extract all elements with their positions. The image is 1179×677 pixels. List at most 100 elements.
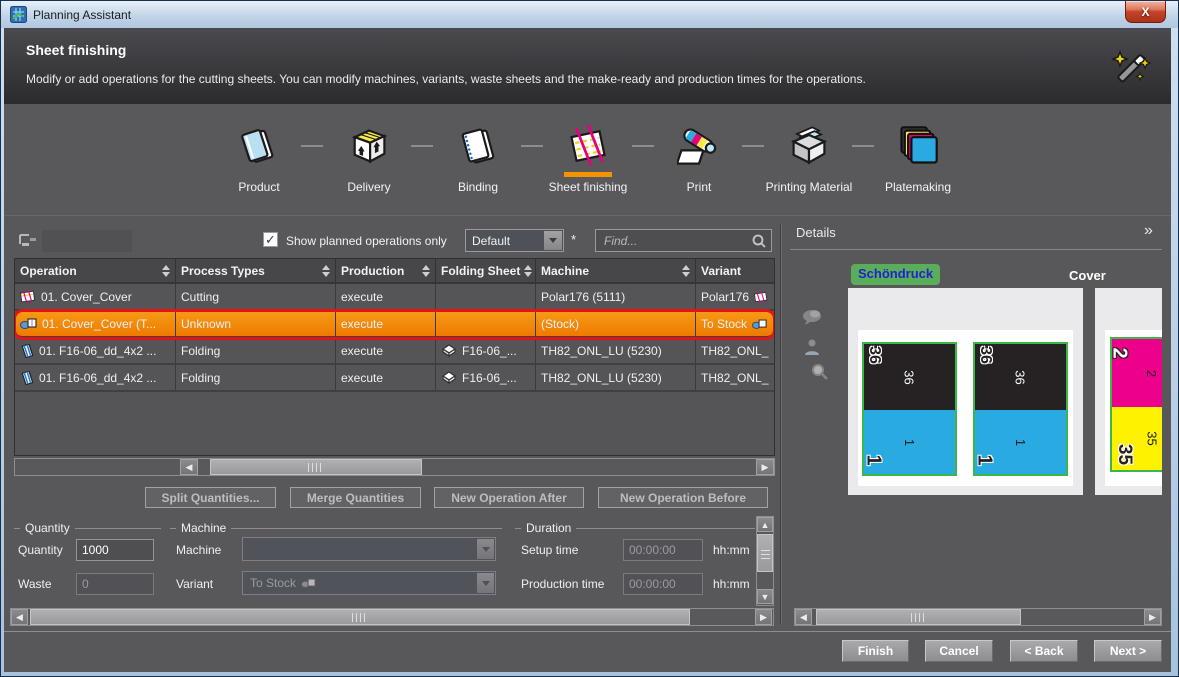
footer-separator: [4, 631, 1171, 632]
platemaking-icon: [896, 124, 940, 168]
find-input[interactable]: [596, 230, 771, 251]
production-time-input[interactable]: [623, 573, 703, 595]
page-corner-number: 36: [866, 346, 882, 364]
step-label: Binding: [426, 180, 530, 194]
details-expand-chevron[interactable]: »: [1144, 222, 1153, 240]
step-sheet-finishing[interactable]: Sheet finishing: [536, 124, 640, 194]
merge-quantities-button[interactable]: Merge Quantities: [290, 487, 421, 508]
setup-time-input[interactable]: [623, 539, 703, 561]
sort-icon[interactable]: [520, 265, 532, 277]
step-delivery[interactable]: Delivery: [317, 124, 421, 194]
page-center-number: 1: [902, 438, 917, 445]
scroll-left-button[interactable]: ◀: [11, 609, 28, 625]
show-planned-only-checkbox[interactable]: [263, 232, 278, 247]
chevron-down-icon[interactable]: [477, 539, 494, 559]
sort-icon[interactable]: [678, 265, 690, 277]
step-platemaking[interactable]: Platemaking: [866, 124, 970, 194]
table-row[interactable]: 01. Cover_Cover Cutting execute Polar176…: [15, 284, 774, 311]
sort-icon[interactable]: [318, 265, 330, 277]
preset-dropdown[interactable]: Default: [465, 229, 564, 252]
cutting-sheet-icon: [754, 291, 768, 303]
scroll-left-button[interactable]: ◀: [180, 459, 198, 475]
details-separator: [790, 249, 1162, 250]
column-header-production[interactable]: Production: [336, 259, 436, 282]
cancel-button[interactable]: Cancel: [925, 640, 993, 662]
finish-button[interactable]: Finish: [842, 640, 909, 662]
magic-wand-icon: [1107, 44, 1155, 92]
next-button[interactable]: Next >: [1094, 640, 1162, 662]
column-header-folding-sheet[interactable]: Folding Sheet: [436, 259, 536, 282]
chevron-down-icon[interactable]: [477, 573, 494, 593]
step-label: Printing Material: [757, 180, 861, 194]
scroll-right-button[interactable]: ▶: [755, 609, 772, 625]
find-field[interactable]: [595, 229, 772, 252]
machine-label: Machine: [176, 543, 221, 557]
planning-assistant-window: Planning Assistant X Sheet finishing Mod…: [0, 0, 1179, 677]
window-title: Planning Assistant: [33, 8, 131, 22]
step-binding[interactable]: Binding: [426, 124, 530, 194]
operation-name-field[interactable]: [42, 230, 132, 252]
scroll-left-button[interactable]: ◀: [795, 609, 812, 625]
titlebar[interactable]: Planning Assistant X: [1, 1, 1178, 28]
waste-input[interactable]: [76, 573, 154, 595]
page-preview[interactable]: 36 36 1 1: [862, 342, 957, 476]
scroll-thumb[interactable]: [210, 459, 422, 475]
column-header-variant[interactable]: Variant: [696, 259, 775, 282]
table-row[interactable]: 01. F16-06_dd_4x2 ... Folding execute F1…: [15, 365, 774, 392]
quantity-label: Quantity: [18, 543, 63, 557]
scroll-right-button[interactable]: ▶: [1144, 609, 1161, 625]
to-stock-icon: [752, 318, 767, 330]
comment-bubble-icon[interactable]: [800, 308, 824, 326]
sort-icon[interactable]: [418, 265, 430, 277]
column-header-process-types[interactable]: Process Types: [176, 259, 336, 282]
cutting-sheet-icon: [20, 290, 36, 303]
details-title: Details: [796, 225, 836, 240]
new-operation-after-button[interactable]: New Operation After: [434, 487, 584, 508]
scroll-right-button[interactable]: ▶: [756, 459, 774, 475]
split-quantities-button[interactable]: Split Quantities...: [145, 487, 276, 508]
setup-time-unit: hh:mm: [713, 543, 755, 557]
search-icon[interactable]: [751, 233, 767, 249]
step-label: Print: [647, 180, 751, 194]
scroll-thumb[interactable]: [757, 534, 773, 572]
sheet-finishing-icon: [566, 124, 610, 168]
column-header-machine[interactable]: Machine: [536, 259, 696, 282]
sort-icon[interactable]: [158, 265, 170, 277]
page-corner-number: 2: [1112, 347, 1130, 358]
panel-splitter[interactable]: [780, 224, 781, 624]
scroll-thumb[interactable]: [30, 609, 690, 625]
page-center-number: 36: [1013, 370, 1028, 384]
show-planned-only-label: Show planned operations only: [286, 234, 447, 248]
step-printing-material[interactable]: Printing Material: [757, 124, 861, 194]
chevron-down-icon[interactable]: [544, 231, 562, 250]
scroll-up-button[interactable]: ▲: [757, 517, 773, 532]
page-preview[interactable]: 2 2 35 35: [1110, 337, 1162, 472]
scroll-down-button[interactable]: ▼: [757, 589, 773, 604]
close-button[interactable]: X: [1125, 1, 1166, 23]
sheet-preview[interactable]: 36 36 1 1 36 36 1 1: [848, 288, 1083, 495]
page-preview[interactable]: 36 36 1 1: [973, 342, 1068, 476]
page-corner-number: 35: [1115, 444, 1134, 465]
step-product[interactable]: Product: [207, 124, 311, 194]
waste-label: Waste: [18, 577, 52, 591]
new-operation-before-button[interactable]: New Operation Before: [598, 487, 768, 508]
back-button[interactable]: < Back: [1010, 640, 1078, 662]
duration-group-legend: Duration: [521, 521, 576, 535]
quantity-input[interactable]: [76, 539, 154, 561]
page-description: Modify or add operations for the cutting…: [26, 72, 866, 86]
machine-group-legend: Machine: [176, 521, 231, 535]
variant-value: To Stock: [250, 576, 296, 590]
print-mode-badge: Schöndruck: [851, 264, 940, 285]
zoom-magnifier-icon[interactable]: [810, 362, 830, 382]
person-icon[interactable]: [804, 338, 820, 356]
printing-material-icon: [787, 124, 831, 168]
step-print[interactable]: Print: [647, 124, 751, 194]
variant-dropdown[interactable]: To Stock: [242, 571, 496, 595]
sheet-preview[interactable]: 2 2 35 35: [1095, 288, 1162, 495]
table-row-selected[interactable]: 01. Cover_Cover (T... Unknown execute (S…: [15, 311, 774, 338]
scroll-thumb[interactable]: [816, 609, 1021, 625]
table-row[interactable]: 01. F16-06_dd_4x2 ... Folding execute F1…: [15, 338, 774, 365]
column-header-operation[interactable]: Operation: [15, 259, 176, 282]
product-icon: [237, 124, 281, 168]
machine-dropdown[interactable]: [242, 537, 496, 561]
